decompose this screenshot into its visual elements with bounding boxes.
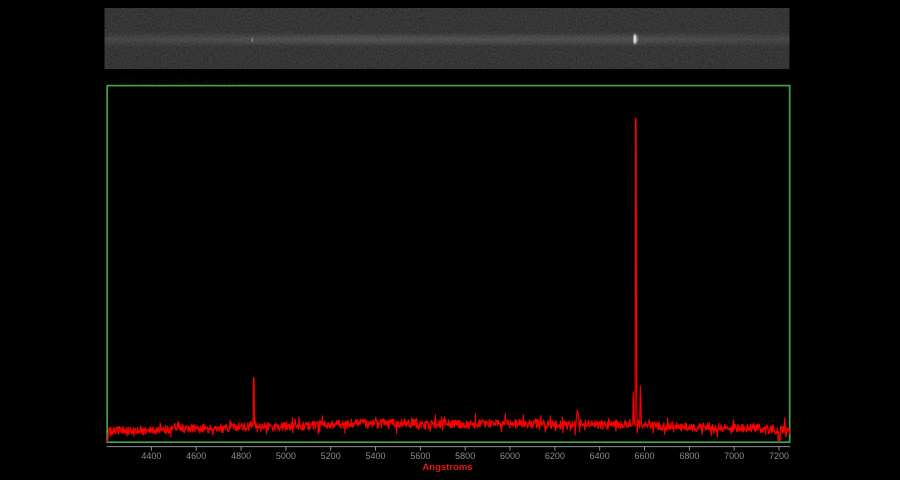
svg-text:5000: 5000 [276,451,296,461]
svg-text:5600: 5600 [410,451,430,461]
svg-text:Angstroms: Angstroms [422,462,472,473]
svg-text:6800: 6800 [679,451,699,461]
svg-text:6400: 6400 [590,451,610,461]
svg-text:7000: 7000 [724,451,744,461]
svg-text:4800: 4800 [231,451,251,461]
svg-text:5200: 5200 [321,451,341,461]
svg-text:4600: 4600 [186,451,206,461]
svg-text:7200: 7200 [769,451,789,461]
svg-text:6000: 6000 [500,451,520,461]
svg-text:5800: 5800 [455,451,475,461]
svg-text:5400: 5400 [365,451,385,461]
svg-text:6200: 6200 [545,451,565,461]
svg-text:6600: 6600 [634,451,654,461]
svg-text:4400: 4400 [141,451,161,461]
